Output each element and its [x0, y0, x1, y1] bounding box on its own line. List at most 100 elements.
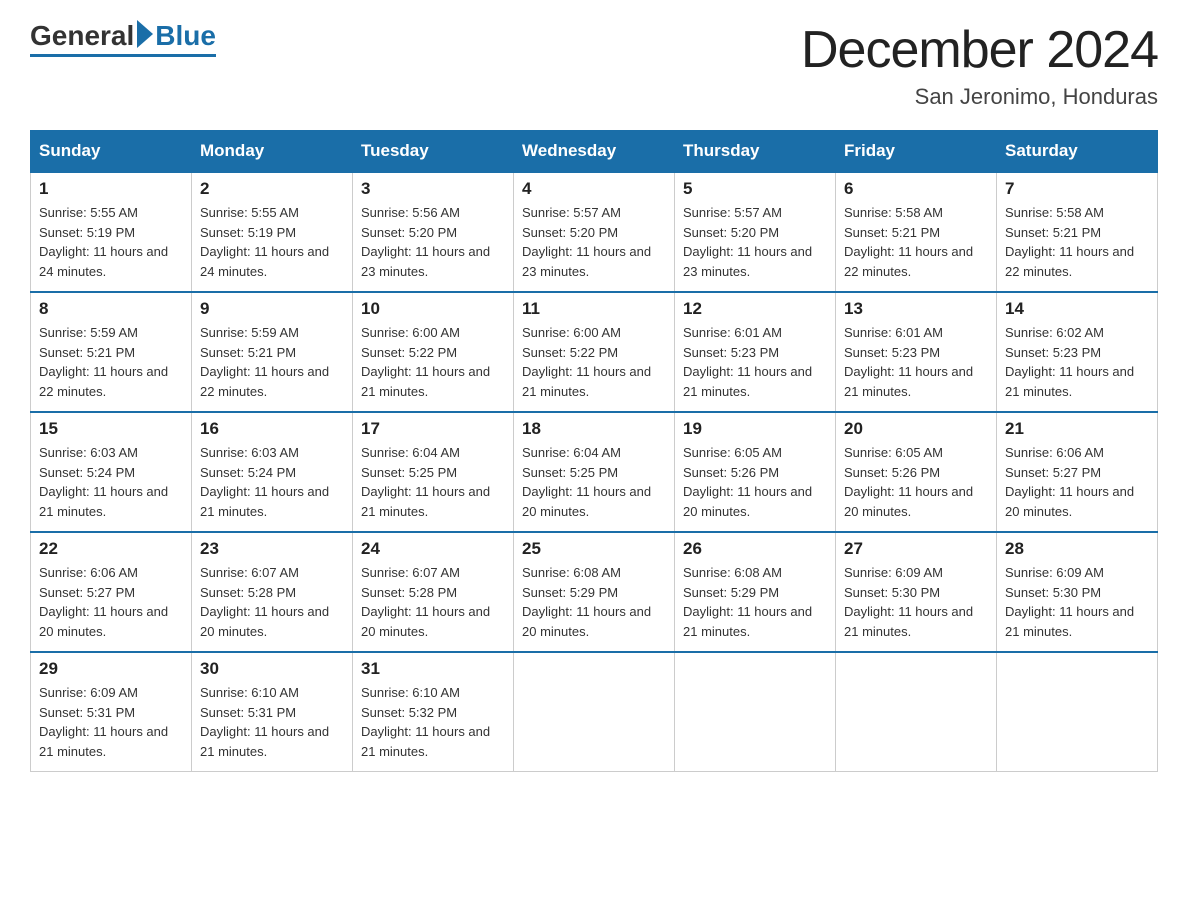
page-header: General Blue December 2024 San Jeronimo,… — [30, 20, 1158, 110]
day-info: Sunrise: 5:57 AMSunset: 5:20 PMDaylight:… — [683, 203, 827, 281]
day-number: 13 — [844, 299, 988, 319]
weekday-header-tuesday: Tuesday — [353, 131, 514, 173]
calendar-week-row: 8 Sunrise: 5:59 AMSunset: 5:21 PMDaylight… — [31, 292, 1158, 412]
calendar-day-cell: 12Sunrise: 6:01 AMSunset: 5:23 PMDayligh… — [675, 292, 836, 412]
weekday-header-thursday: Thursday — [675, 131, 836, 173]
calendar-day-cell: 1 Sunrise: 5:55 AMSunset: 5:19 PMDaylight… — [31, 172, 192, 292]
calendar-day-cell: 22 Sunrise: 6:06 AMSunset: 5:27 PMDayligh… — [31, 532, 192, 652]
day-number: 31 — [361, 659, 505, 679]
calendar-day-cell: 16Sunrise: 6:03 AMSunset: 5:24 PMDayligh… — [192, 412, 353, 532]
day-number: 6 — [844, 179, 988, 199]
calendar-day-cell: 27 Sunrise: 6:09 AMSunset: 5:30 PMDayligh… — [836, 532, 997, 652]
calendar-day-cell: 8Sunrise: 5:59 AMSunset: 5:21 PMDaylight… — [31, 292, 192, 412]
calendar-day-cell — [675, 652, 836, 772]
logo-underline — [30, 54, 216, 57]
calendar-day-cell: 25 Sunrise: 6:08 AMSunset: 5:29 PMDayligh… — [514, 532, 675, 652]
day-info: Sunrise: 6:08 AMSunset: 5:29 PMDaylight:… — [522, 563, 666, 641]
day-info: Sunrise: 6:06 AMSunset: 5:27 PMDaylight:… — [1005, 443, 1149, 521]
day-info: Sunrise: 5:58 AMSunset: 5:21 PMDaylight:… — [844, 203, 988, 281]
calendar-day-cell: 18 Sunrise: 6:04 AMSunset: 5:25 PMDayligh… — [514, 412, 675, 532]
weekday-header-sunday: Sunday — [31, 131, 192, 173]
calendar-day-cell: 30Sunrise: 6:10 AMSunset: 5:31 PMDayligh… — [192, 652, 353, 772]
calendar-day-cell: 26Sunrise: 6:08 AMSunset: 5:29 PMDayligh… — [675, 532, 836, 652]
day-info: Sunrise: 6:09 AMSunset: 5:30 PMDaylight:… — [844, 563, 988, 641]
day-number: 17 — [361, 419, 505, 439]
day-info: Sunrise: 6:06 AMSunset: 5:27 PMDaylight:… — [39, 563, 183, 641]
calendar-day-cell: 19 Sunrise: 6:05 AMSunset: 5:26 PMDayligh… — [675, 412, 836, 532]
day-info: Sunrise: 6:05 AMSunset: 5:26 PMDaylight:… — [844, 443, 988, 521]
calendar-day-cell — [514, 652, 675, 772]
calendar-day-cell: 5 Sunrise: 5:57 AMSunset: 5:20 PMDaylight… — [675, 172, 836, 292]
day-number: 24 — [361, 539, 505, 559]
day-info: Sunrise: 6:08 AMSunset: 5:29 PMDaylight:… — [683, 563, 827, 641]
day-number: 21 — [1005, 419, 1149, 439]
calendar-day-cell: 2 Sunrise: 5:55 AMSunset: 5:19 PMDaylight… — [192, 172, 353, 292]
day-number: 15 — [39, 419, 183, 439]
day-info: Sunrise: 6:09 AMSunset: 5:31 PMDaylight:… — [39, 683, 183, 761]
day-info: Sunrise: 5:55 AMSunset: 5:19 PMDaylight:… — [200, 203, 344, 281]
day-number: 1 — [39, 179, 183, 199]
day-info: Sunrise: 6:03 AMSunset: 5:24 PMDaylight:… — [200, 443, 344, 521]
day-info: Sunrise: 6:04 AMSunset: 5:25 PMDaylight:… — [522, 443, 666, 521]
day-info: Sunrise: 5:58 AMSunset: 5:21 PMDaylight:… — [1005, 203, 1149, 281]
calendar-day-cell: 3Sunrise: 5:56 AMSunset: 5:20 PMDaylight… — [353, 172, 514, 292]
day-number: 20 — [844, 419, 988, 439]
weekday-header-wednesday: Wednesday — [514, 131, 675, 173]
day-number: 9 — [200, 299, 344, 319]
title-section: December 2024 San Jeronimo, Honduras — [801, 20, 1158, 110]
day-info: Sunrise: 6:00 AMSunset: 5:22 PMDaylight:… — [522, 323, 666, 401]
location-subtitle: San Jeronimo, Honduras — [801, 84, 1158, 110]
day-number: 30 — [200, 659, 344, 679]
day-number: 22 — [39, 539, 183, 559]
logo-blue-text: Blue — [155, 20, 216, 52]
day-info: Sunrise: 5:59 AMSunset: 5:21 PMDaylight:… — [200, 323, 344, 401]
day-info: Sunrise: 6:02 AMSunset: 5:23 PMDaylight:… — [1005, 323, 1149, 401]
calendar-day-cell: 20 Sunrise: 6:05 AMSunset: 5:26 PMDayligh… — [836, 412, 997, 532]
day-info: Sunrise: 6:00 AMSunset: 5:22 PMDaylight:… — [361, 323, 505, 401]
calendar-day-cell: 14 Sunrise: 6:02 AMSunset: 5:23 PMDayligh… — [997, 292, 1158, 412]
calendar-day-cell: 24 Sunrise: 6:07 AMSunset: 5:28 PMDayligh… — [353, 532, 514, 652]
day-info: Sunrise: 6:10 AMSunset: 5:32 PMDaylight:… — [361, 683, 505, 761]
day-info: Sunrise: 6:03 AMSunset: 5:24 PMDaylight:… — [39, 443, 183, 521]
day-info: Sunrise: 5:57 AMSunset: 5:20 PMDaylight:… — [522, 203, 666, 281]
calendar-day-cell: 15 Sunrise: 6:03 AMSunset: 5:24 PMDayligh… — [31, 412, 192, 532]
calendar-day-cell: 29 Sunrise: 6:09 AMSunset: 5:31 PMDayligh… — [31, 652, 192, 772]
day-number: 18 — [522, 419, 666, 439]
calendar-day-cell: 7 Sunrise: 5:58 AMSunset: 5:21 PMDaylight… — [997, 172, 1158, 292]
day-number: 28 — [1005, 539, 1149, 559]
day-number: 19 — [683, 419, 827, 439]
day-info: Sunrise: 6:05 AMSunset: 5:26 PMDaylight:… — [683, 443, 827, 521]
day-number: 8 — [39, 299, 183, 319]
calendar-day-cell: 23Sunrise: 6:07 AMSunset: 5:28 PMDayligh… — [192, 532, 353, 652]
weekday-header-saturday: Saturday — [997, 131, 1158, 173]
weekday-header-friday: Friday — [836, 131, 997, 173]
day-number: 2 — [200, 179, 344, 199]
calendar-day-cell: 6 Sunrise: 5:58 AMSunset: 5:21 PMDaylight… — [836, 172, 997, 292]
calendar-week-row: 29 Sunrise: 6:09 AMSunset: 5:31 PMDayligh… — [31, 652, 1158, 772]
day-info: Sunrise: 6:01 AMSunset: 5:23 PMDaylight:… — [844, 323, 988, 401]
day-info: Sunrise: 5:56 AMSunset: 5:20 PMDaylight:… — [361, 203, 505, 281]
day-number: 29 — [39, 659, 183, 679]
calendar-day-cell: 9 Sunrise: 5:59 AMSunset: 5:21 PMDaylight… — [192, 292, 353, 412]
calendar-day-cell: 31 Sunrise: 6:10 AMSunset: 5:32 PMDayligh… — [353, 652, 514, 772]
day-number: 25 — [522, 539, 666, 559]
day-info: Sunrise: 5:55 AMSunset: 5:19 PMDaylight:… — [39, 203, 183, 281]
calendar-table: SundayMondayTuesdayWednesdayThursdayFrid… — [30, 130, 1158, 772]
day-info: Sunrise: 6:04 AMSunset: 5:25 PMDaylight:… — [361, 443, 505, 521]
logo: General Blue — [30, 20, 216, 57]
day-number: 27 — [844, 539, 988, 559]
calendar-day-cell: 21 Sunrise: 6:06 AMSunset: 5:27 PMDayligh… — [997, 412, 1158, 532]
calendar-day-cell: 17 Sunrise: 6:04 AMSunset: 5:25 PMDayligh… — [353, 412, 514, 532]
day-number: 23 — [200, 539, 344, 559]
day-number: 10 — [361, 299, 505, 319]
day-number: 5 — [683, 179, 827, 199]
calendar-day-cell: 11Sunrise: 6:00 AMSunset: 5:22 PMDayligh… — [514, 292, 675, 412]
calendar-week-row: 22 Sunrise: 6:06 AMSunset: 5:27 PMDayligh… — [31, 532, 1158, 652]
day-number: 7 — [1005, 179, 1149, 199]
weekday-header-monday: Monday — [192, 131, 353, 173]
day-number: 12 — [683, 299, 827, 319]
day-number: 14 — [1005, 299, 1149, 319]
calendar-day-cell — [836, 652, 997, 772]
day-info: Sunrise: 6:07 AMSunset: 5:28 PMDaylight:… — [361, 563, 505, 641]
logo-general-text: General — [30, 20, 134, 52]
